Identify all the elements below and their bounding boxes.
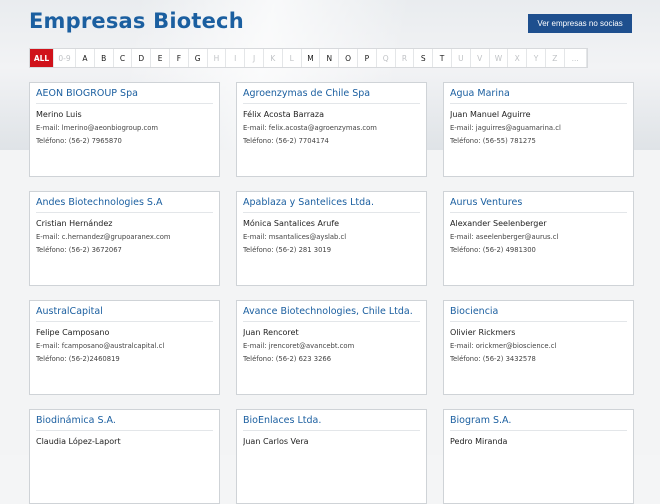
contact-name: Olivier Rickmers [450,328,516,337]
contact-phone: Teléfono: (56-2) 7704174 [243,137,329,145]
company-name[interactable]: Andes Biotechnologies S.A [36,197,213,213]
company-card[interactable]: AEON BIOGROUP Spa Merino Luis E-mail: lmer… [29,82,220,177]
contact-name: Mónica Santalices Arufe [243,219,340,228]
letter-filter-t[interactable]: T [433,49,452,67]
letter-filter-s[interactable]: S [414,49,434,67]
company-grid: AEON BIOGROUP Spa Merino Luis E-mail: lmer… [29,82,634,504]
letter-filter-x: X [508,49,528,67]
company-name[interactable]: Biociencia [450,306,627,322]
contact-email: E-mail: msantalices@ayslab.cl [243,233,347,241]
letter-filter-y: Y [527,49,546,67]
contact-email: E-mail: fcamposano@australcapital.cl [36,342,165,350]
non-member-companies-button[interactable]: Ver empresas no socias [528,14,632,33]
letter-filter-g[interactable]: G [189,49,208,67]
letter-filter-w: W [490,49,509,67]
company-name[interactable]: Aurus Ventures [450,197,627,213]
letter-filter-n[interactable]: N [320,49,340,67]
letter-filter-u: U [452,49,471,67]
letter-filter-c[interactable]: C [114,49,133,67]
letter-filter-i: I [226,49,246,67]
letter-filter-a[interactable]: A [76,49,95,67]
contact-name: Juan Carlos Vera [243,437,309,446]
letter-filter-p[interactable]: P [358,49,377,67]
contact-email: E-mail: aseelenberger@aurus.cl [450,233,559,241]
contact-phone: Teléfono: (56-2) 281 3019 [243,246,332,254]
contact-phone: Teléfono: (56-2)2460819 [36,355,120,363]
contact-phone: Teléfono: (56-2) 7965870 [36,137,122,145]
company-card[interactable]: Biodinámica S.A. Claudia López-Laport [29,409,220,504]
contact-name: Merino Luis [36,110,82,119]
company-name[interactable]: AEON BIOGROUP Spa [36,88,213,104]
company-name[interactable]: Biogram S.A. [450,415,627,431]
company-name[interactable]: Agroenzymas de Chile Spa [243,88,420,104]
letter-filter-v: V [471,49,490,67]
company-name[interactable]: BioEnlaces Ltda. [243,415,420,431]
contact-email: E-mail: lmerino@aeonbiogroup.com [36,124,158,132]
company-card[interactable]: Andes Biotechnologies S.A Cristian Hernán… [29,191,220,286]
contact-email: E-mail: jrencoret@avancebt.com [243,342,355,350]
company-card[interactable]: AustralCapital Felipe Camposano E-mail: fc… [29,300,220,395]
contact-email: E-mail: jaguirres@aguamarina.cl [450,124,561,132]
company-name[interactable]: Avance Biotechnologies, Chile Ltda. [243,306,420,322]
contact-phone: Teléfono: (56-2) 3672067 [36,246,122,254]
contact-phone: Teléfono: (56-2) 3432578 [450,355,536,363]
company-card[interactable]: Aurus Ventures Alexander Seelenberger E-ma… [443,191,634,286]
letter-filter-f[interactable]: F [170,49,189,67]
letter-filter-j: J [245,49,264,67]
contact-name: Alexander Seelenberger [450,219,547,228]
contact-email: E-mail: orickmer@bioscience.cl [450,342,557,350]
contact-name: Claudia López-Laport [36,437,121,446]
letter-filter-r: R [396,49,415,67]
contact-phone: Teléfono: (56-2) 623 3266 [243,355,332,363]
contact-name: Juan Manuel Aguirre [450,110,531,119]
contact-name: Felipe Camposano [36,328,110,337]
contact-email: E-mail: c.hernandez@grupoaranex.com [36,233,171,241]
contact-name: Juan Rencoret [243,328,299,337]
letter-filter-more: ... [565,49,587,67]
page-title: Empresas Biotech [29,9,244,33]
letter-filter-0-9: 0-9 [54,49,76,67]
letter-filter-q: Q [377,49,396,67]
company-card[interactable]: BioEnlaces Ltda. Juan Carlos Vera [236,409,427,504]
letter-filter-o[interactable]: O [339,49,358,67]
contact-name: Cristian Hernández [36,219,113,228]
company-card[interactable]: Agroenzymas de Chile Spa Félix Acosta Bar… [236,82,427,177]
letter-filter-b[interactable]: B [95,49,114,67]
company-name[interactable]: Apablaza y Santelices Ltda. [243,197,420,213]
contact-name: Pedro Miranda [450,437,508,446]
company-name[interactable]: Agua Marina [450,88,627,104]
company-card[interactable]: Avance Biotechnologies, Chile Ltda. Juan … [236,300,427,395]
company-card[interactable]: Apablaza y Santelices Ltda. Mónica Santal… [236,191,427,286]
company-card[interactable]: Agua Marina Juan Manuel Aguirre E-mail: ja… [443,82,634,177]
contact-name: Félix Acosta Barraza [243,110,325,119]
letter-filter-k: K [264,49,283,67]
company-name[interactable]: Biodinámica S.A. [36,415,213,431]
letter-filter-e[interactable]: E [151,49,170,67]
letter-filter-l: L [283,49,302,67]
letter-filter-m[interactable]: M [302,49,321,67]
letter-filter-z: Z [546,49,565,67]
letter-filter-h: H [208,49,227,67]
alphabet-filter: ALL 0-9 A B C D E F G H I J K L M N O P Q R S T U V W X Y Z... [29,48,588,68]
letter-filter-all[interactable]: ALL [30,49,54,67]
company-card[interactable]: Biogram S.A. Pedro Miranda [443,409,634,504]
contact-email: E-mail: felix.acosta@agroenzymas.com [243,124,377,132]
letter-filter-d[interactable]: D [132,49,152,67]
contact-phone: Teléfono: (56-2) 4981300 [450,246,536,254]
contact-phone: Teléfono: (56-55) 781275 [450,137,536,145]
company-name[interactable]: AustralCapital [36,306,213,322]
company-card[interactable]: Biociencia Olivier Rickmers E-mail: orickm… [443,300,634,395]
